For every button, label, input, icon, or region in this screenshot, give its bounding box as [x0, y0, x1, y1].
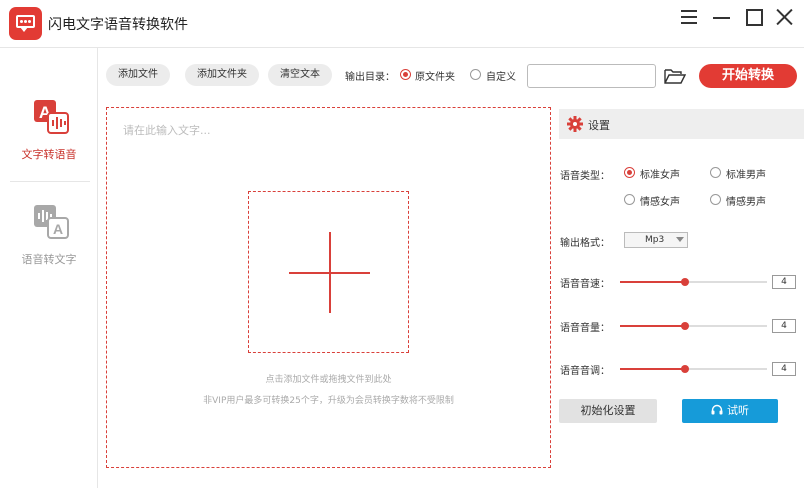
minimize-icon[interactable] — [706, 6, 736, 28]
menu-icon[interactable] — [674, 6, 704, 28]
sidebar-item-speech-to-text[interactable]: A 语音转文字 — [0, 48, 98, 266]
pitch-slider[interactable] — [620, 362, 767, 376]
title-bar: 闪电文字语音转换软件 — [0, 0, 804, 48]
speed-value-input[interactable]: 4 — [772, 275, 796, 289]
output-custom-radio[interactable] — [470, 69, 481, 80]
voice-emotional-male-radio[interactable] — [710, 194, 721, 205]
speed-label: 语音音速： — [560, 279, 610, 290]
plus-icon-vertical — [329, 232, 331, 313]
settings-header: 设置 — [559, 109, 804, 139]
pitch-label: 语音音调： — [560, 366, 610, 377]
start-convert-button[interactable]: 开始转换 — [699, 64, 797, 88]
toolbar: 添加文件 添加文件夹 清空文本 输出目录： 原文件夹 自定义 开始转换 — [98, 48, 804, 103]
volume-label: 语音音量： — [560, 323, 610, 334]
vip-limit-hint: 非VIP用户最多可转换25个字，升级为会员转换字数将不受限制 — [203, 396, 454, 406]
voice-option-label: 情感女声 — [640, 197, 680, 208]
listen-button[interactable]: 试听 — [682, 399, 778, 423]
add-folder-button[interactable]: 添加文件夹 — [185, 64, 259, 86]
svg-text:A: A — [53, 221, 63, 237]
close-icon[interactable] — [770, 6, 800, 28]
output-custom-label: 自定义 — [486, 72, 516, 83]
editor-placeholder: 请在此输入文字... — [123, 124, 211, 137]
format-value: Mp3 — [645, 235, 665, 245]
drop-hint: 点击添加文件或拖拽文件到此处 — [265, 375, 392, 385]
output-original-label: 原文件夹 — [415, 72, 455, 83]
settings-title: 设置 — [588, 119, 610, 132]
app-title: 闪电文字语音转换软件 — [48, 17, 188, 33]
format-label: 输出格式： — [560, 238, 610, 249]
pitch-value-input[interactable]: 4 — [772, 362, 796, 376]
slider-thumb[interactable] — [680, 322, 689, 330]
output-dir-label: 输出目录： — [345, 72, 395, 83]
sidebar-item-label: 语音转文字 — [21, 253, 77, 266]
listen-label: 试听 — [727, 404, 749, 417]
text-editor[interactable]: 请在此输入文字... 点击添加文件或拖拽文件到此处 非VIP用户最多可转换25个… — [106, 107, 551, 468]
reset-settings-button[interactable]: 初始化设置 — [559, 399, 657, 423]
format-select[interactable]: Mp3 — [624, 232, 688, 248]
chevron-down-icon — [676, 237, 684, 242]
add-file-drop-zone[interactable] — [248, 191, 409, 353]
voice-standard-female-radio[interactable] — [624, 167, 635, 178]
volume-slider[interactable] — [620, 319, 767, 333]
voice-type-label: 语音类型： — [560, 171, 610, 182]
add-file-button[interactable]: 添加文件 — [106, 64, 170, 86]
voice-emotional-female-radio[interactable] — [624, 194, 635, 205]
clear-text-button[interactable]: 清空文本 — [268, 64, 332, 86]
voice-option-label: 情感男声 — [726, 197, 766, 208]
voice-option-label: 标准男声 — [726, 170, 766, 181]
speed-slider[interactable] — [620, 275, 767, 289]
output-path-input[interactable] — [527, 64, 656, 88]
app-logo-icon — [9, 7, 42, 40]
output-original-radio[interactable] — [400, 69, 411, 80]
speech-to-text-icon: A — [34, 205, 69, 239]
voice-option-label: 标准女声 — [640, 170, 680, 181]
voice-standard-male-radio[interactable] — [710, 167, 721, 178]
folder-open-icon[interactable] — [664, 68, 686, 84]
sidebar: A 文字转语音 A 语音转文字 — [0, 48, 98, 488]
sidebar-divider — [10, 181, 90, 182]
sidebar-item-label: 文字转语音 — [21, 148, 77, 161]
headphones-icon — [711, 404, 723, 415]
volume-value-input[interactable]: 4 — [772, 319, 796, 333]
slider-thumb[interactable] — [680, 365, 689, 373]
maximize-icon[interactable] — [740, 6, 770, 28]
slider-thumb[interactable] — [680, 278, 689, 286]
gear-icon — [567, 116, 583, 132]
